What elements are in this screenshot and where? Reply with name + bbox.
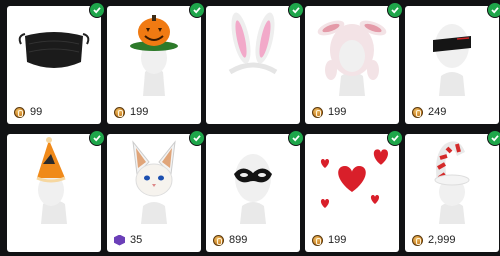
owned-check-icon [89, 2, 105, 18]
owned-check-icon [89, 130, 105, 146]
owned-check-icon [387, 130, 403, 146]
owned-check-icon [189, 130, 205, 146]
price-value: 99 [30, 106, 43, 118]
price-value: 199 [130, 106, 149, 118]
price-value: 249 [428, 106, 447, 118]
token-icon [114, 234, 125, 246]
owned-check-icon [487, 130, 500, 146]
item-card-face-mask[interactable]: 99 [7, 2, 105, 124]
price-value: 199 [328, 106, 347, 118]
coin-icon [213, 234, 224, 246]
owned-check-icon [487, 2, 500, 18]
party-hat-icon [7, 134, 101, 224]
price-tag: 2,999 [412, 233, 456, 247]
coin-icon [114, 106, 125, 118]
owned-check-icon [189, 2, 205, 18]
floating-hearts-icon [305, 134, 399, 224]
item-card-pumpkin-hat[interactable]: 199 [107, 2, 205, 124]
catalog-grid: 99 199 199 249 35 899 199 2,999 [0, 0, 500, 256]
price-value: 899 [229, 234, 248, 246]
item-card-blindfold[interactable]: 249 [405, 2, 500, 124]
price-tag: 35 [114, 233, 142, 247]
coin-icon [412, 234, 423, 246]
candy-cane-hat-icon [405, 134, 499, 224]
coin-icon [14, 106, 25, 118]
price-value: 35 [130, 234, 143, 246]
price-tag: 199 [114, 105, 148, 119]
coin-icon [312, 234, 323, 246]
masquerade-mask-icon [206, 134, 300, 224]
black-face-mask-icon [7, 6, 101, 96]
price-value: 2,999 [428, 234, 456, 246]
white-cat-head-icon [107, 134, 201, 224]
price-tag: 249 [412, 105, 446, 119]
item-card-floating-hearts[interactable]: 199 [305, 130, 403, 252]
bunny-ears-headband-icon [206, 6, 300, 96]
owned-check-icon [387, 2, 403, 18]
price-tag: 199 [312, 105, 346, 119]
coin-icon [412, 106, 423, 118]
item-card-party-hat[interactable] [7, 130, 105, 252]
pumpkin-hat-icon [107, 6, 201, 96]
price-tag: 99 [14, 105, 42, 119]
price-tag: 199 [312, 233, 346, 247]
item-card-masquerade-mask[interactable]: 899 [206, 130, 304, 252]
item-card-lamb-hood[interactable]: 199 [305, 2, 403, 124]
owned-check-icon [288, 2, 304, 18]
price-value: 199 [328, 234, 347, 246]
item-card-cat-head[interactable]: 35 [107, 130, 205, 252]
owned-check-icon [288, 130, 304, 146]
lamb-hood-icon [305, 6, 399, 96]
eye-patch-blindfold-icon [405, 6, 499, 96]
item-card-candy-cane-hat[interactable]: 2,999 [405, 130, 500, 252]
price-tag: 899 [213, 233, 247, 247]
item-card-bunny-ears[interactable] [206, 2, 304, 124]
coin-icon [312, 106, 323, 118]
